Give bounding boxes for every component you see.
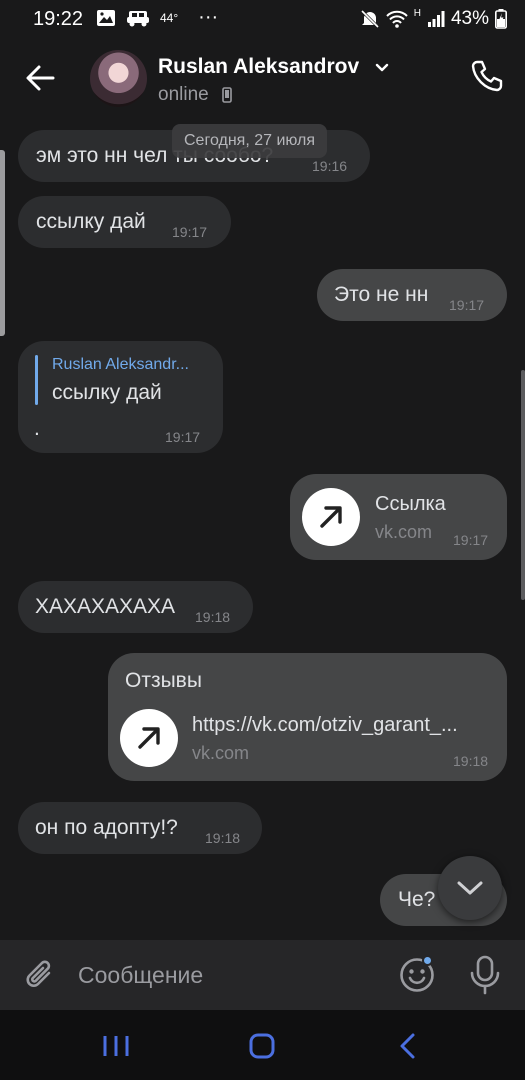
message-outgoing[interactable]: Это не нн 19:17	[317, 269, 507, 321]
message-incoming[interactable]: ссылку дай 19:17	[18, 196, 231, 248]
mute-icon	[360, 9, 379, 29]
message-reply[interactable]: Ruslan Aleksandr... ссылку дай . 19:17	[18, 341, 223, 453]
wifi-icon	[386, 10, 408, 28]
message-link[interactable]: Ссылка vk.com 19:17	[290, 474, 507, 560]
status-time: 19:22	[33, 8, 84, 30]
signal-icon	[427, 11, 445, 27]
message-text: ХАХАХАХАХА	[35, 595, 176, 618]
link-domain: vk.com	[192, 743, 250, 763]
composer	[0, 940, 525, 1010]
chevron-down-icon	[457, 881, 483, 895]
message-input[interactable]	[78, 952, 378, 998]
microphone-icon[interactable]	[466, 954, 504, 996]
car-icon	[127, 10, 149, 26]
notification-dot	[422, 955, 433, 966]
date-chip: Сегодня, 27 июля	[172, 124, 328, 158]
reply-author: Ruslan Aleksandr...	[52, 356, 189, 373]
network-type: H	[413, 8, 421, 19]
message-time: 19:18	[195, 609, 231, 625]
message-incoming[interactable]: он по адопту!? 19:18	[18, 802, 262, 854]
reply-indicator	[35, 355, 38, 405]
image-icon	[97, 9, 115, 26]
message-text: он по адопту!?	[35, 816, 178, 839]
chevron-down-icon[interactable]	[374, 60, 390, 76]
paperclip-icon[interactable]	[22, 956, 60, 994]
temperature: 44°	[160, 10, 179, 25]
mobile-device-icon	[222, 87, 232, 103]
left-scrollbar[interactable]	[0, 150, 5, 336]
contact-name[interactable]: Ruslan Aleksandrov	[158, 55, 359, 79]
message-time: 19:18	[205, 830, 241, 846]
message-text: Отзывы	[125, 669, 202, 692]
link-domain: vk.com	[375, 522, 433, 542]
battery-percent: 43%	[450, 8, 489, 29]
link-title: Ссылка	[375, 493, 446, 515]
message-time: 19:17	[449, 297, 485, 313]
recent-apps-icon[interactable]	[96, 1030, 136, 1062]
back-icon[interactable]	[388, 1030, 428, 1062]
battery-icon	[495, 9, 507, 29]
message-text: .	[34, 417, 40, 440]
arrow-up-right-icon	[320, 506, 342, 528]
navigation-bar	[0, 1010, 525, 1080]
home-icon[interactable]	[242, 1030, 282, 1062]
link-arrow-button[interactable]	[120, 709, 178, 767]
scroll-down-button[interactable]	[438, 856, 502, 920]
message-link[interactable]: Отзывы https://vk.com/otziv_garant_... v…	[108, 653, 507, 781]
phone-icon[interactable]	[469, 58, 505, 94]
message-text: Это не нн	[334, 283, 429, 306]
message-incoming[interactable]: ХАХАХАХАХА 19:18	[18, 581, 253, 633]
arrow-up-right-icon	[138, 727, 160, 749]
right-scrollbar[interactable]	[521, 370, 525, 600]
avatar[interactable]	[90, 50, 147, 107]
reply-quote: ссылку дай	[52, 381, 162, 404]
message-time: 19:17	[453, 532, 489, 548]
message-text: Че?	[398, 888, 436, 911]
chat-header: Ruslan Aleksandrov online	[0, 38, 525, 120]
link-url[interactable]: https://vk.com/otziv_garant_...	[192, 714, 494, 737]
message-time: 19:17	[165, 429, 201, 445]
more-notifications: ···	[198, 6, 219, 28]
message-time: 19:17	[172, 224, 208, 240]
message-time: 19:16	[312, 158, 348, 174]
message-text: ссылку дай	[36, 210, 146, 233]
status-bar: 19:22 44° ··· H 43%	[0, 0, 525, 38]
message-time: 19:18	[453, 753, 489, 769]
back-arrow-icon[interactable]	[22, 60, 58, 96]
link-arrow-button[interactable]	[302, 488, 360, 546]
contact-status: online	[158, 84, 209, 105]
